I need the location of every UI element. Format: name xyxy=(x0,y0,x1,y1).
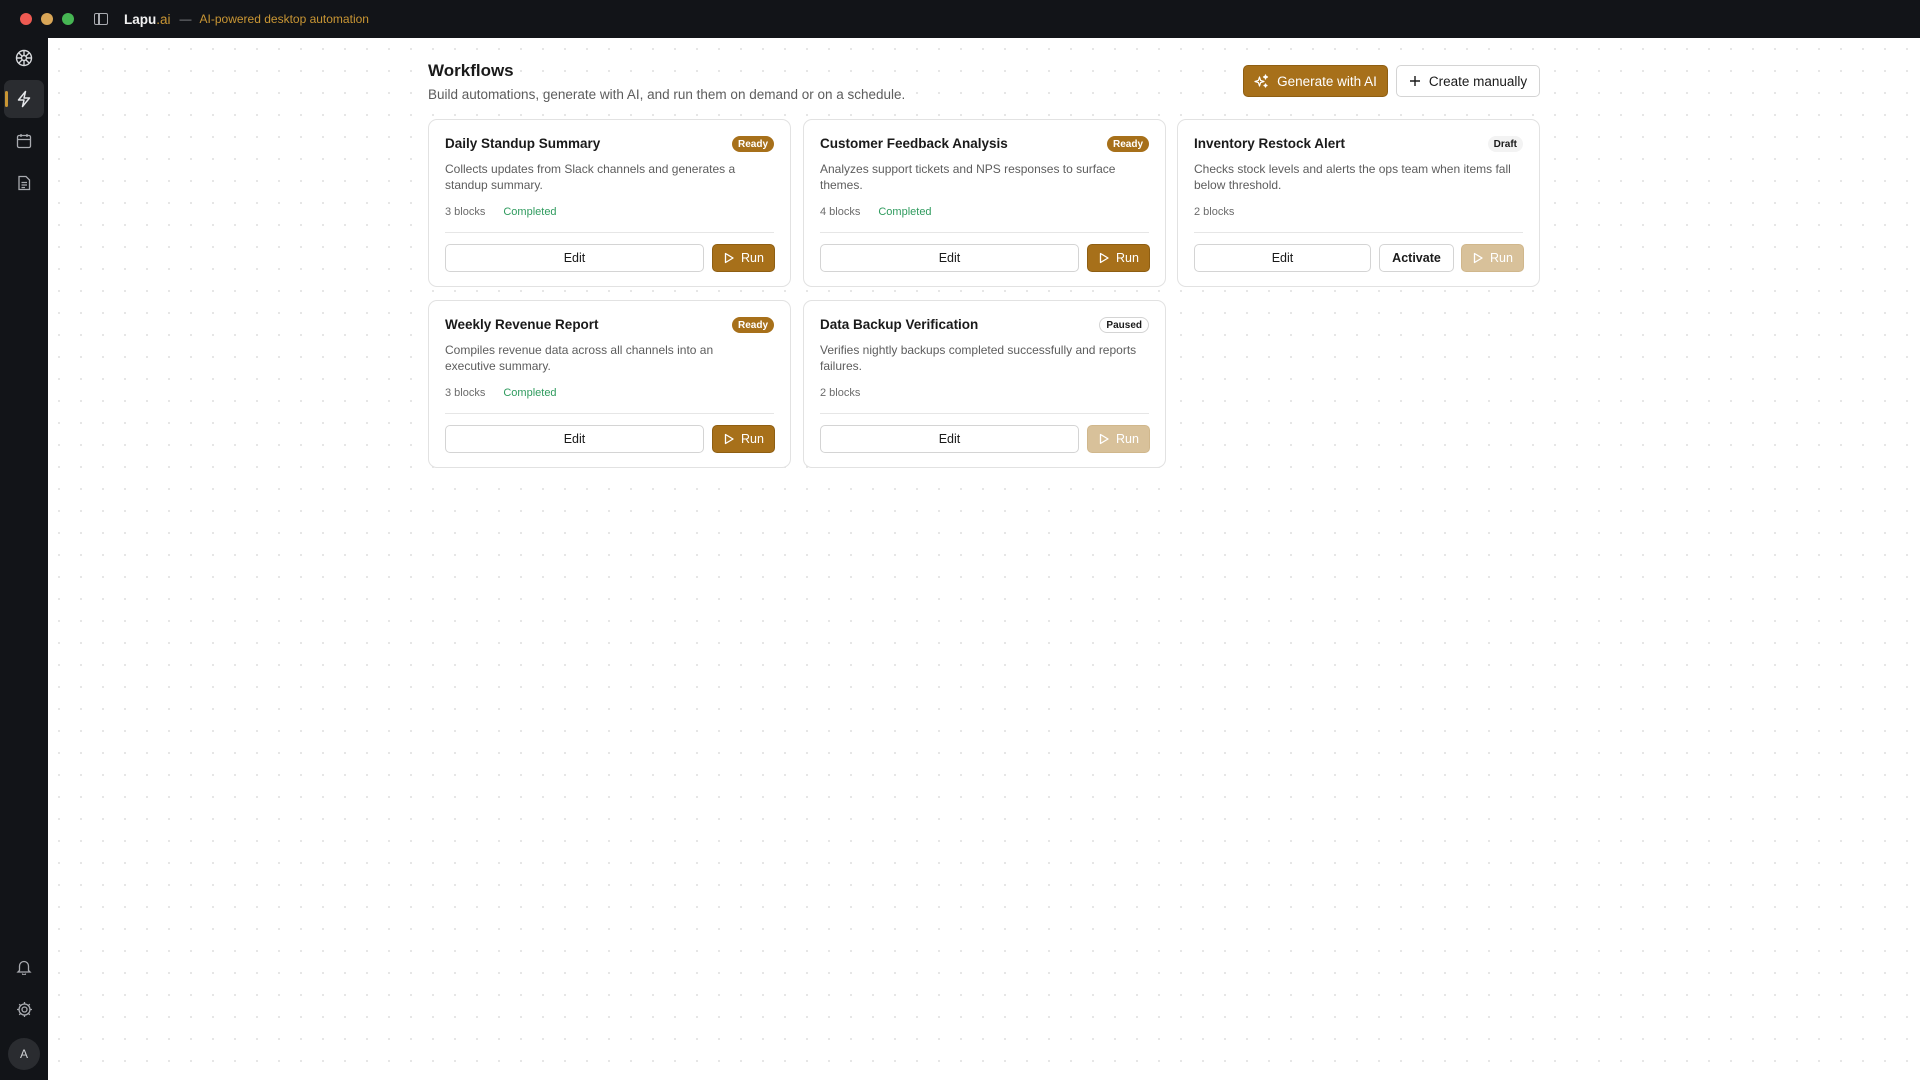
page-subtitle: Build automations, generate with AI, and… xyxy=(428,87,906,102)
workflow-card-weekly-revenue-report[interactable]: Weekly Revenue Report Ready Compiles rev… xyxy=(428,300,791,468)
block-count: 4 blocks xyxy=(820,206,861,218)
edit-button[interactable]: Edit xyxy=(445,244,704,272)
run-label: Run xyxy=(1116,432,1139,446)
run-label: Run xyxy=(1490,251,1513,265)
workflow-description: Checks stock levels and alerts the ops t… xyxy=(1194,162,1511,192)
create-manually-button[interactable]: Create manually xyxy=(1396,65,1540,97)
last-run-status: Completed xyxy=(503,206,557,218)
title-separator: — xyxy=(179,12,192,26)
sidebar-item-documents[interactable] xyxy=(4,164,44,202)
main-content: Workflows Build automations, generate wi… xyxy=(48,38,1920,1080)
sidebar: A xyxy=(0,38,48,1080)
sidebar-item-settings[interactable] xyxy=(4,990,44,1028)
workflow-meta: 3 blocks Completed xyxy=(445,206,557,218)
gear-icon xyxy=(16,1001,32,1017)
edit-button[interactable]: Edit xyxy=(820,425,1079,453)
bell-icon xyxy=(16,960,32,975)
title-bar: Lapu.ai — AI-powered desktop automation xyxy=(0,0,1920,38)
workflow-description: Compiles revenue data across all channel… xyxy=(445,343,714,373)
workflow-meta: 2 blocks xyxy=(1194,206,1234,218)
app-tagline: AI-powered desktop automation xyxy=(199,12,369,26)
status-badge: Paused xyxy=(1099,317,1149,333)
create-manually-label: Create manually xyxy=(1428,73,1528,89)
block-count: 3 blocks xyxy=(445,206,486,218)
edit-button[interactable]: Edit xyxy=(1194,244,1371,272)
card-divider xyxy=(820,232,1149,233)
workflow-card-inventory-restock-alert[interactable]: Inventory Restock Alert Draft Checks sto… xyxy=(1177,119,1540,287)
status-badge: Ready xyxy=(731,317,774,333)
workflow-title: Daily Standup Summary xyxy=(445,136,601,151)
card-divider xyxy=(445,413,774,414)
sidebar-toggle-icon[interactable] xyxy=(94,13,108,25)
last-run-status: Completed xyxy=(878,206,932,218)
play-icon xyxy=(1473,252,1483,264)
document-icon xyxy=(18,175,31,191)
play-icon xyxy=(1099,433,1109,445)
edit-button[interactable]: Edit xyxy=(445,425,704,453)
run-label: Run xyxy=(741,432,764,446)
generate-with-ai-label: Generate with AI xyxy=(1277,73,1377,89)
app-brand: Lapu.ai xyxy=(124,12,171,27)
workflow-meta: 3 blocks Completed xyxy=(445,387,557,399)
sidebar-item-workflows[interactable] xyxy=(4,80,44,118)
sidebar-item-logo[interactable] xyxy=(4,39,44,77)
block-count: 2 blocks xyxy=(820,387,861,399)
card-divider xyxy=(1194,232,1523,233)
edit-button[interactable]: Edit xyxy=(820,244,1079,272)
workflow-card-daily-standup-summary[interactable]: Daily Standup Summary Ready Collects upd… xyxy=(428,119,791,287)
close-window-button[interactable] xyxy=(20,13,32,25)
workflow-title: Data Backup Verification xyxy=(820,317,979,332)
workflow-description: Verifies nightly backups completed succe… xyxy=(820,343,1137,373)
run-button[interactable]: Run xyxy=(712,425,775,453)
last-run-status: Completed xyxy=(503,387,557,399)
run-button[interactable]: Run xyxy=(712,244,775,272)
workflow-description: Collects updates from Slack channels and… xyxy=(445,162,736,192)
block-count: 3 blocks xyxy=(445,387,486,399)
plus-icon xyxy=(1409,76,1420,86)
run-label: Run xyxy=(1116,251,1139,265)
window-controls xyxy=(20,13,74,25)
workflow-card-customer-feedback-analysis[interactable]: Customer Feedback Analysis Ready Analyze… xyxy=(803,119,1166,287)
workflow-title: Weekly Revenue Report xyxy=(445,317,599,332)
run-button[interactable]: Run xyxy=(1087,244,1150,272)
workflow-meta: 4 blocks Completed xyxy=(820,206,932,218)
status-badge: Ready xyxy=(731,136,774,152)
brand-tld: .ai xyxy=(156,11,171,27)
brand-name: Lapu xyxy=(124,11,157,27)
workflow-title: Customer Feedback Analysis xyxy=(820,136,1008,151)
sidebar-item-schedule[interactable] xyxy=(4,122,44,160)
sidebar-item-notifications[interactable] xyxy=(4,948,44,986)
minimize-window-button[interactable] xyxy=(41,13,53,25)
calendar-icon xyxy=(16,134,32,149)
logo-icon xyxy=(15,49,33,67)
card-divider xyxy=(820,413,1149,414)
card-divider xyxy=(445,232,774,233)
status-badge: Ready xyxy=(1106,136,1149,152)
play-icon xyxy=(724,252,734,264)
maximize-window-button[interactable] xyxy=(62,13,74,25)
generate-with-ai-button[interactable]: Generate with AI xyxy=(1243,65,1388,97)
lightning-icon xyxy=(17,90,31,108)
user-avatar[interactable]: A xyxy=(8,1038,40,1070)
run-button[interactable]: Run xyxy=(1087,425,1150,453)
page-title: Workflows xyxy=(428,61,514,80)
play-icon xyxy=(724,433,734,445)
run-button[interactable]: Run xyxy=(1461,244,1524,272)
status-badge: Draft xyxy=(1487,136,1523,152)
sparkle-icon xyxy=(1254,73,1269,88)
workflow-title: Inventory Restock Alert xyxy=(1194,136,1346,151)
run-label: Run xyxy=(741,251,764,265)
play-icon xyxy=(1099,252,1109,264)
workflow-description: Analyzes support tickets and NPS respons… xyxy=(820,162,1116,192)
workflow-card-data-backup-verification[interactable]: Data Backup Verification Paused Verifies… xyxy=(803,300,1166,468)
block-count: 2 blocks xyxy=(1194,206,1235,218)
activate-button[interactable]: Activate xyxy=(1379,244,1454,272)
workflow-meta: 2 blocks xyxy=(820,387,860,399)
